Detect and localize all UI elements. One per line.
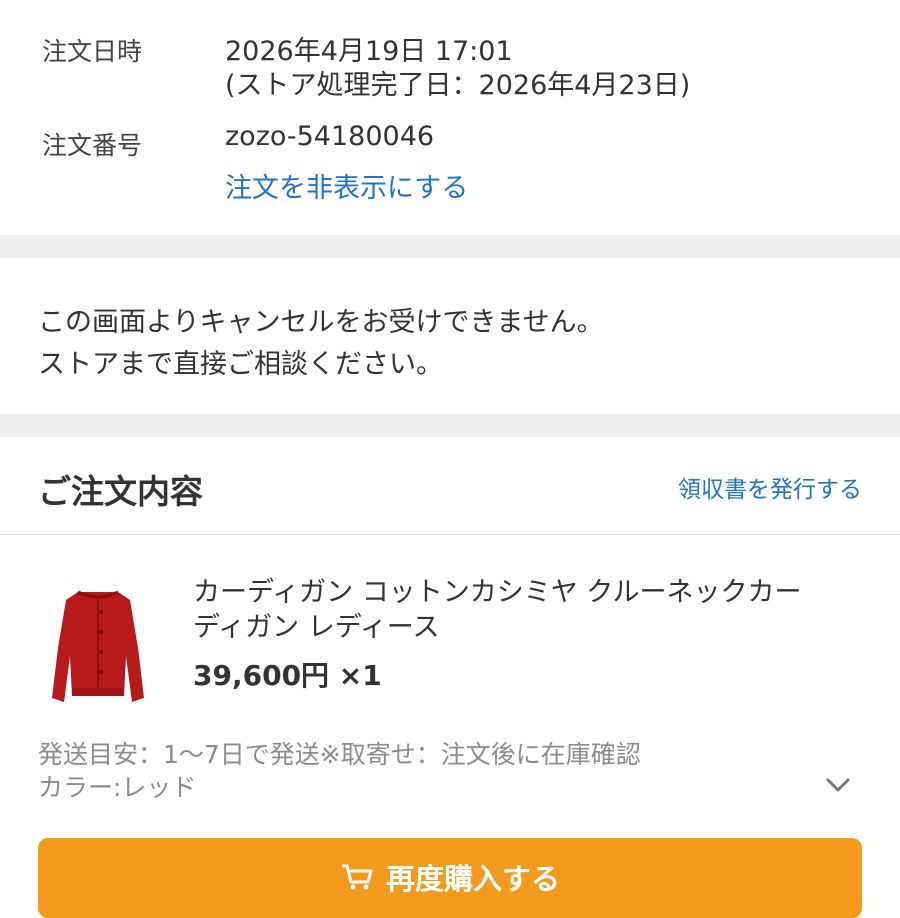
rebuy-label: 再度購入する bbox=[385, 864, 560, 896]
section-divider bbox=[0, 414, 900, 437]
order-number-value: zozo-54180046 bbox=[225, 121, 435, 152]
cancel-notice: この画面よりキャンセルをお受けできません。 ストアまで直接ご相談ください。 bbox=[0, 258, 900, 414]
order-number-label: 注文番号 bbox=[42, 131, 143, 160]
notice-line-2: ストアまで直接ご相談ください。 bbox=[38, 349, 443, 380]
product-color: カラー:レッド bbox=[38, 773, 197, 802]
cart-icon bbox=[341, 864, 373, 890]
issue-receipt-link[interactable]: 領収書を発行する bbox=[678, 470, 862, 504]
section-divider bbox=[0, 235, 900, 258]
order-info-section: 注文日時 2026年4月19日 17:01 (ストア処理完了日：2026年4月2… bbox=[0, 0, 900, 235]
order-date-label: 注文日時 bbox=[42, 37, 143, 66]
shipping-estimate: 発送目安：1〜7日で発送※取寄せ：注文後に在庫確認 bbox=[38, 740, 641, 769]
order-details-header: ご注文内容 領収書を発行する bbox=[0, 437, 900, 535]
notice-line-1: この画面よりキャンセルをお受けできません。 bbox=[38, 307, 604, 338]
store-completion-date: (ストア処理完了日：2026年4月23日) bbox=[225, 70, 691, 101]
order-details-title: ご注文内容 bbox=[38, 472, 203, 511]
rebuy-button-content: 再度購入する bbox=[340, 856, 560, 898]
rebuy-button[interactable]: 再度購入する bbox=[38, 838, 862, 918]
red-cardigan-image[interactable] bbox=[44, 578, 152, 708]
product-price: 39,600円 ×1 bbox=[193, 659, 382, 692]
hide-order-link[interactable]: 注文を非表示にする bbox=[225, 166, 468, 205]
product-name-line-1[interactable]: カーディガン コットンカシミヤ クルーネックカー bbox=[193, 570, 801, 609]
chevron-down-icon[interactable] bbox=[822, 768, 854, 800]
product-name-line-2[interactable]: ディガン レディース bbox=[193, 605, 439, 644]
